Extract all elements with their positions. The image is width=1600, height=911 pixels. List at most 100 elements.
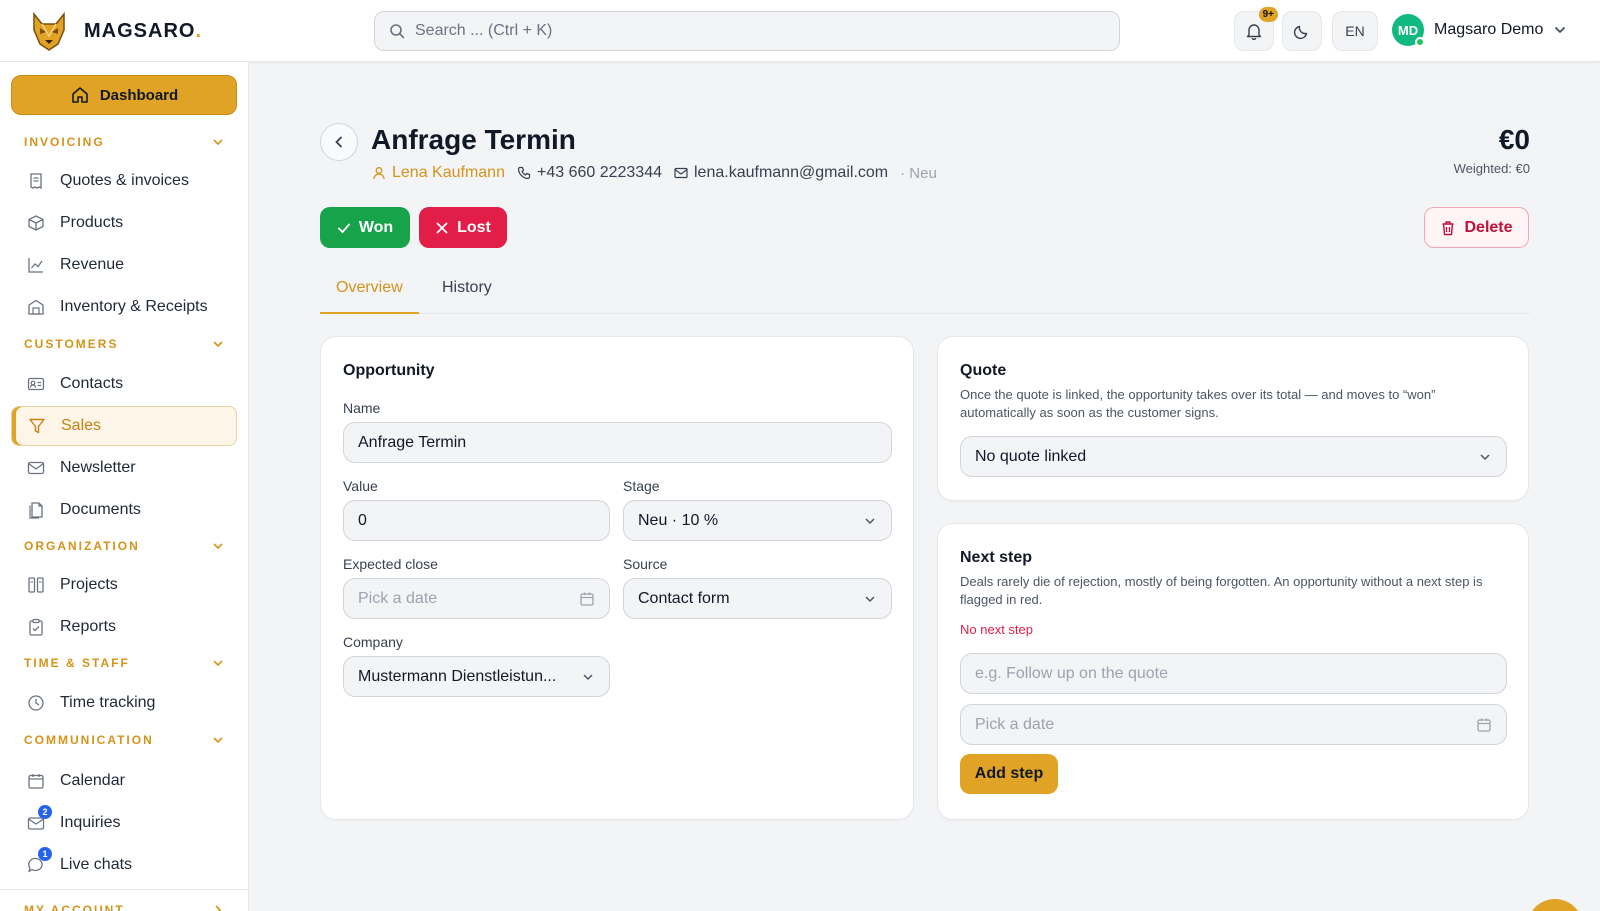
opportunity-card: Opportunity Name Value Stage Neu · 10 % … [320, 336, 914, 820]
value-field[interactable] [343, 500, 610, 541]
moon-icon [1293, 25, 1308, 40]
sidebar-item-projects[interactable]: Projects [11, 565, 237, 605]
quote-select[interactable]: No quote linked [960, 436, 1507, 477]
box-icon [26, 213, 46, 233]
chevron-right-icon [215, 905, 222, 911]
sidebar-item-contacts[interactable]: Contacts [11, 364, 237, 404]
section-communication[interactable]: COMMUNICATION [24, 733, 224, 747]
no-next-step-warning: No next step [960, 622, 1033, 637]
kanban-icon [26, 575, 46, 595]
live-chats-badge: 1 [38, 847, 52, 861]
sidebar-item-reports[interactable]: Reports [11, 607, 237, 647]
value-input[interactable] [358, 511, 595, 530]
user-icon [373, 167, 385, 180]
delete-button[interactable]: Delete [1424, 207, 1529, 248]
sidebar-item-label: Quotes & invoices [60, 172, 189, 189]
section-my-account[interactable]: MY ACCOUNT [24, 903, 224, 911]
sidebar-item-calendar[interactable]: Calendar [11, 761, 237, 801]
funnel-icon [27, 416, 47, 436]
search-bar[interactable] [374, 11, 1120, 51]
chevron-down-icon [1480, 453, 1490, 460]
mail-icon [674, 167, 688, 179]
source-value: Contact form [638, 589, 730, 607]
section-customers[interactable]: CUSTOMERS [24, 337, 224, 351]
expected-close-field[interactable]: Pick a date [343, 578, 610, 619]
online-status-dot [1415, 37, 1425, 47]
source-label: Source [623, 556, 668, 572]
sidebar-item-products[interactable]: Products [11, 203, 237, 243]
email-link[interactable]: lena.kaufmann@gmail.com [674, 164, 888, 182]
close-icon [436, 222, 448, 233]
chevron-down-icon [213, 341, 223, 348]
sidebar-item-label: Sales [61, 417, 102, 434]
sidebar-item-label: Contacts [60, 375, 124, 392]
section-time-staff[interactable]: TIME & STAFF [24, 656, 224, 670]
sidebar-item-time-tracking[interactable]: Time tracking [11, 683, 237, 723]
tab-history[interactable]: History [426, 278, 508, 314]
contact-card-icon [26, 374, 46, 394]
chevron-down-icon [583, 673, 593, 680]
quote-description: Once the quote is linked, the opportunit… [960, 387, 1436, 420]
mail-icon [26, 458, 46, 478]
language-button[interactable]: EN [1332, 11, 1378, 51]
next-step-title: Next step [960, 549, 1033, 566]
next-step-card: Next step Deals rarely die of rejection,… [937, 523, 1529, 820]
sidebar-item-label: Live chats [60, 856, 133, 873]
user-menu[interactable]: MD Magsaro Demo [1392, 14, 1567, 47]
floating-help-button[interactable] [1527, 899, 1583, 911]
stage-select[interactable]: Neu · 10 % [623, 500, 892, 541]
trash-icon [1442, 220, 1454, 235]
company-select[interactable]: Mustermann Dienstleistun... [343, 656, 610, 697]
next-step-description: Deals rarely die of rejection, mostly of… [960, 574, 1483, 607]
sidebar-item-live-chats[interactable]: 1 Live chats [11, 845, 237, 885]
section-invoicing[interactable]: INVOICING [24, 135, 224, 149]
section-organization[interactable]: ORGANIZATION [24, 539, 224, 553]
step-date-field[interactable]: Pick a date [960, 704, 1507, 745]
delete-label: Delete [1464, 218, 1513, 236]
won-button[interactable]: Won [320, 207, 410, 248]
name-input[interactable] [358, 433, 877, 452]
lost-button[interactable]: Lost [419, 207, 507, 248]
calendar-icon [26, 771, 46, 791]
name-field[interactable] [343, 422, 892, 463]
dashboard-button[interactable]: Dashboard [11, 75, 237, 115]
phone-link[interactable]: +43 660 2223344 [517, 164, 662, 182]
receipt-icon [26, 171, 46, 191]
step-input[interactable] [975, 664, 1492, 683]
company-value: Mustermann Dienstleistun... [358, 667, 557, 685]
back-button[interactable] [320, 123, 358, 161]
chevron-down-icon [213, 543, 223, 550]
status-badge: · Neu [900, 164, 937, 182]
sidebar-item-inventory[interactable]: Inventory & Receipts [11, 287, 237, 327]
stage-value: Neu · 10 % [638, 511, 719, 529]
brand-name: MAGSARO. [84, 19, 203, 42]
page-title: Anfrage Termin [371, 124, 576, 155]
sidebar-item-newsletter[interactable]: Newsletter [11, 448, 237, 488]
bell-icon [1246, 24, 1262, 40]
value-label: Value [343, 478, 378, 494]
sidebar-item-revenue[interactable]: Revenue [11, 245, 237, 285]
opportunity-meta: Lena Kaufmann +43 660 2223344 lena.kaufm… [372, 164, 937, 182]
add-step-button[interactable]: Add step [960, 754, 1058, 794]
search-input[interactable] [415, 22, 1095, 40]
notifications-button[interactable]: 9+ [1234, 7, 1278, 51]
sidebar-item-inquiries[interactable]: 2 Inquiries [11, 803, 237, 843]
contact-link[interactable]: Lena Kaufmann [372, 164, 505, 182]
lost-label: Lost [457, 218, 491, 236]
sidebar-item-label: Newsletter [60, 459, 136, 476]
brand-logo[interactable]: MAGSARO. [28, 10, 202, 52]
expected-close-placeholder: Pick a date [358, 589, 438, 607]
sidebar-item-label: Projects [60, 576, 118, 593]
sidebar-item-documents[interactable]: Documents [11, 490, 237, 530]
source-select[interactable]: Contact form [623, 578, 892, 619]
step-field[interactable] [960, 653, 1507, 694]
sidebar-item-sales[interactable]: Sales [11, 406, 237, 446]
check-icon [337, 223, 350, 233]
theme-toggle-button[interactable] [1282, 11, 1322, 51]
clipboard-check-icon [26, 617, 46, 637]
sidebar-item-label: Time tracking [60, 694, 156, 711]
tab-bar: Overview History [320, 270, 1530, 314]
home-icon [72, 87, 88, 103]
tab-overview[interactable]: Overview [320, 278, 419, 314]
sidebar-item-quotes[interactable]: Quotes & invoices [11, 161, 237, 201]
